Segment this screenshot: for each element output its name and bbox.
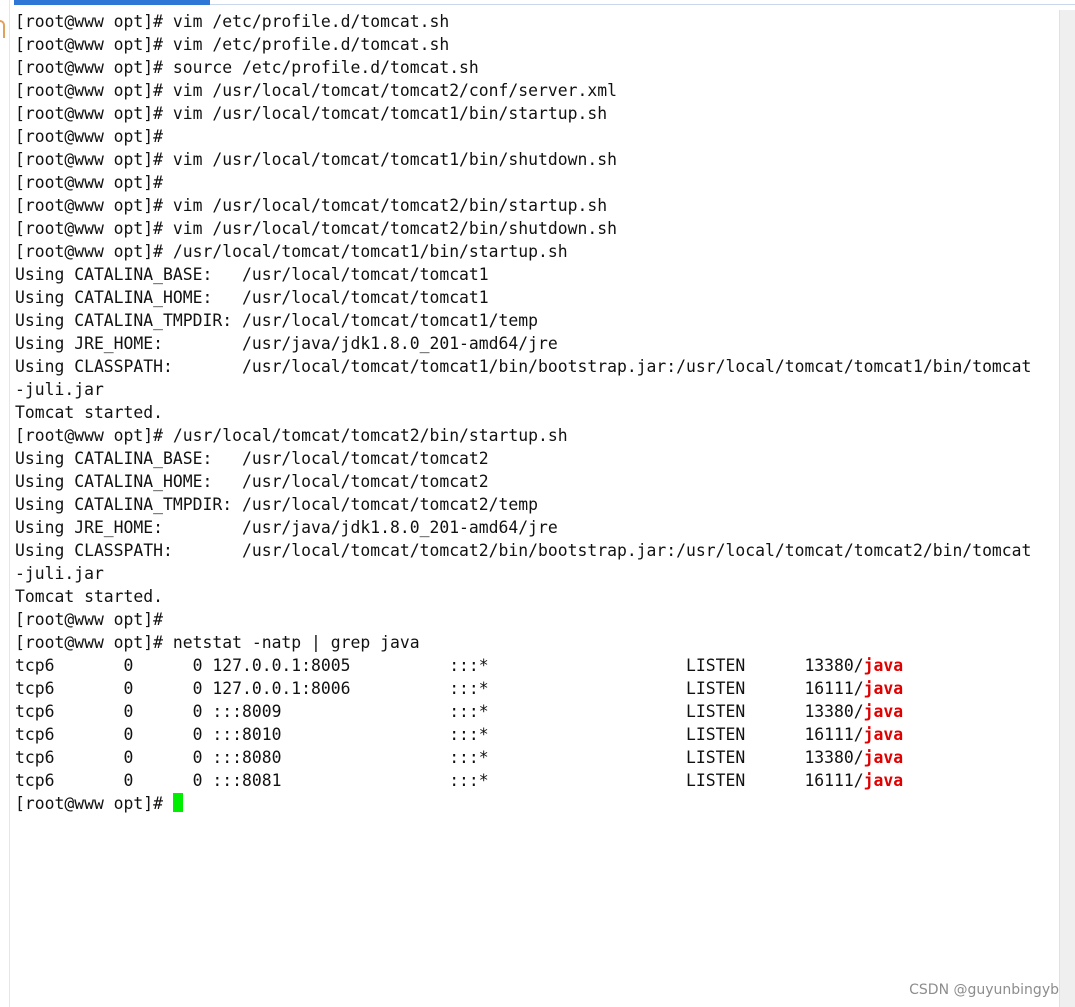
terminal-text: [root@www opt]# /usr/local/tomcat/tomcat… (15, 426, 568, 445)
terminal-line: Using CLASSPATH: /usr/local/tomcat/tomca… (15, 355, 1055, 378)
terminal-line: [root@www opt]# (15, 792, 1055, 815)
terminal-line: Using JRE_HOME: /usr/java/jdk1.8.0_201-a… (15, 516, 1055, 539)
terminal-text: -juli.jar (15, 380, 104, 399)
grep-match-text: java (863, 679, 904, 698)
terminal-text: tcp6 0 0 :::8009 :::* LISTEN 13380/ (15, 702, 864, 721)
terminal-line: -juli.jar (15, 562, 1055, 585)
active-tab-indicator (14, 0, 210, 5)
terminal-text: tcp6 0 0 :::8081 :::* LISTEN 16111/ (15, 771, 864, 790)
left-gutter (0, 0, 10, 1007)
terminal-line: Tomcat started. (15, 585, 1055, 608)
terminal-line: tcp6 0 0 :::8010 :::* LISTEN 16111/java (15, 723, 1055, 746)
terminal-line: tcp6 0 0 127.0.0.1:8006 :::* LISTEN 1611… (15, 677, 1055, 700)
terminal-line: tcp6 0 0 :::8081 :::* LISTEN 16111/java (15, 769, 1055, 792)
grep-match-text: java (863, 702, 904, 721)
terminal-line: [root@www opt]# /usr/local/tomcat/tomcat… (15, 240, 1055, 263)
vertical-scrollbar[interactable] (1059, 10, 1075, 1007)
grep-match-text: java (863, 725, 904, 744)
terminal-text: [root@www opt]# vim /usr/local/tomcat/to… (15, 196, 608, 215)
terminal-line: Using CATALINA_BASE: /usr/local/tomcat/t… (15, 447, 1055, 470)
terminal-line: Using CATALINA_TMPDIR: /usr/local/tomcat… (15, 309, 1055, 332)
terminal-text: Using CATALINA_HOME: /usr/local/tomcat/t… (15, 288, 489, 307)
terminal-text: [root@www opt]# netstat -natp | grep jav… (15, 633, 420, 652)
terminal-line: [root@www opt]# (15, 171, 1055, 194)
terminal-line: -juli.jar (15, 378, 1055, 401)
terminal-line: [root@www opt]# vim /usr/local/tomcat/to… (15, 194, 1055, 217)
terminal-line: [root@www opt]# vim /usr/local/tomcat/to… (15, 217, 1055, 240)
terminal-line: [root@www opt]# vim /usr/local/tomcat/to… (15, 102, 1055, 125)
terminal-line: Using JRE_HOME: /usr/java/jdk1.8.0_201-a… (15, 332, 1055, 355)
terminal-text: [root@www opt]# vim /usr/local/tomcat/to… (15, 150, 617, 169)
terminal-text: Using CATALINA_TMPDIR: /usr/local/tomcat… (15, 495, 539, 514)
terminal-text: [root@www opt]# (15, 173, 164, 192)
terminal-line: [root@www opt]# vim /usr/local/tomcat/to… (15, 79, 1055, 102)
terminal-line: tcp6 0 0 :::8080 :::* LISTEN 13380/java (15, 746, 1055, 769)
terminal-line: Using CATALINA_BASE: /usr/local/tomcat/t… (15, 263, 1055, 286)
terminal-window: [root@www opt]# vim /etc/profile.d/tomca… (0, 0, 1075, 1007)
terminal-line: tcp6 0 0 127.0.0.1:8005 :::* LISTEN 1338… (15, 654, 1055, 677)
terminal-text: Tomcat started. (15, 587, 164, 606)
csdn-watermark: CSDN @guyunbingyb (909, 982, 1059, 998)
terminal-text: [root@www opt]# (15, 127, 164, 146)
terminal-line: [root@www opt]# vim /etc/profile.d/tomca… (15, 33, 1055, 56)
grep-match-text: java (863, 748, 904, 767)
grep-match-text: java (863, 771, 904, 790)
terminal-text: Tomcat started. (15, 403, 164, 422)
terminal-line: [root@www opt]# source /etc/profile.d/to… (15, 56, 1055, 79)
grep-match-text: java (863, 656, 904, 675)
terminal-text: [root@www opt]# vim /etc/profile.d/tomca… (15, 35, 450, 54)
terminal-line: Using CATALINA_HOME: /usr/local/tomcat/t… (15, 470, 1055, 493)
tab-separator (210, 4, 1075, 5)
terminal-text: Using CATALINA_TMPDIR: /usr/local/tomcat… (15, 311, 539, 330)
gutter-marker-icon (0, 20, 5, 38)
terminal-text: [root@www opt]# vim /usr/local/tomcat/to… (15, 81, 617, 100)
terminal-text: -juli.jar (15, 564, 104, 583)
terminal-text: Using CATALINA_HOME: /usr/local/tomcat/t… (15, 472, 489, 491)
terminal-line: [root@www opt]# netstat -natp | grep jav… (15, 631, 1055, 654)
terminal-text: [root@www opt]# (15, 610, 164, 629)
terminal-line: Using CATALINA_TMPDIR: /usr/local/tomcat… (15, 493, 1055, 516)
terminal-text: tcp6 0 0 :::8010 :::* LISTEN 16111/ (15, 725, 864, 744)
terminal-line: Tomcat started. (15, 401, 1055, 424)
terminal-text: [root@www opt]# /usr/local/tomcat/tomcat… (15, 242, 568, 261)
terminal-line: [root@www opt]# (15, 125, 1055, 148)
terminal-text: Using JRE_HOME: /usr/java/jdk1.8.0_201-a… (15, 518, 558, 537)
terminal-text: [root@www opt]# (15, 794, 173, 813)
terminal-text: tcp6 0 0 127.0.0.1:8006 :::* LISTEN 1611… (15, 679, 864, 698)
terminal-cursor (172, 793, 183, 812)
terminal-output[interactable]: [root@www opt]# vim /etc/profile.d/tomca… (15, 10, 1055, 1007)
terminal-text: tcp6 0 0 127.0.0.1:8005 :::* LISTEN 1338… (15, 656, 864, 675)
terminal-line: [root@www opt]# vim /usr/local/tomcat/to… (15, 148, 1055, 171)
terminal-text: Using CATALINA_BASE: /usr/local/tomcat/t… (15, 265, 489, 284)
terminal-text: [root@www opt]# vim /etc/profile.d/tomca… (15, 12, 450, 31)
terminal-text: Using CLASSPATH: /usr/local/tomcat/tomca… (15, 541, 1032, 560)
terminal-line: Using CLASSPATH: /usr/local/tomcat/tomca… (15, 539, 1055, 562)
terminal-line: Using CATALINA_HOME: /usr/local/tomcat/t… (15, 286, 1055, 309)
terminal-text: Using CLASSPATH: /usr/local/tomcat/tomca… (15, 357, 1032, 376)
terminal-text: [root@www opt]# vim /usr/local/tomcat/to… (15, 104, 608, 123)
terminal-text: Using JRE_HOME: /usr/java/jdk1.8.0_201-a… (15, 334, 558, 353)
terminal-line: [root@www opt]# /usr/local/tomcat/tomcat… (15, 424, 1055, 447)
terminal-text: Using CATALINA_BASE: /usr/local/tomcat/t… (15, 449, 489, 468)
terminal-text: [root@www opt]# source /etc/profile.d/to… (15, 58, 479, 77)
terminal-text: tcp6 0 0 :::8080 :::* LISTEN 13380/ (15, 748, 864, 767)
terminal-line: [root@www opt]# (15, 608, 1055, 631)
terminal-text: [root@www opt]# vim /usr/local/tomcat/to… (15, 219, 617, 238)
terminal-line: tcp6 0 0 :::8009 :::* LISTEN 13380/java (15, 700, 1055, 723)
terminal-line: [root@www opt]# vim /etc/profile.d/tomca… (15, 10, 1055, 33)
